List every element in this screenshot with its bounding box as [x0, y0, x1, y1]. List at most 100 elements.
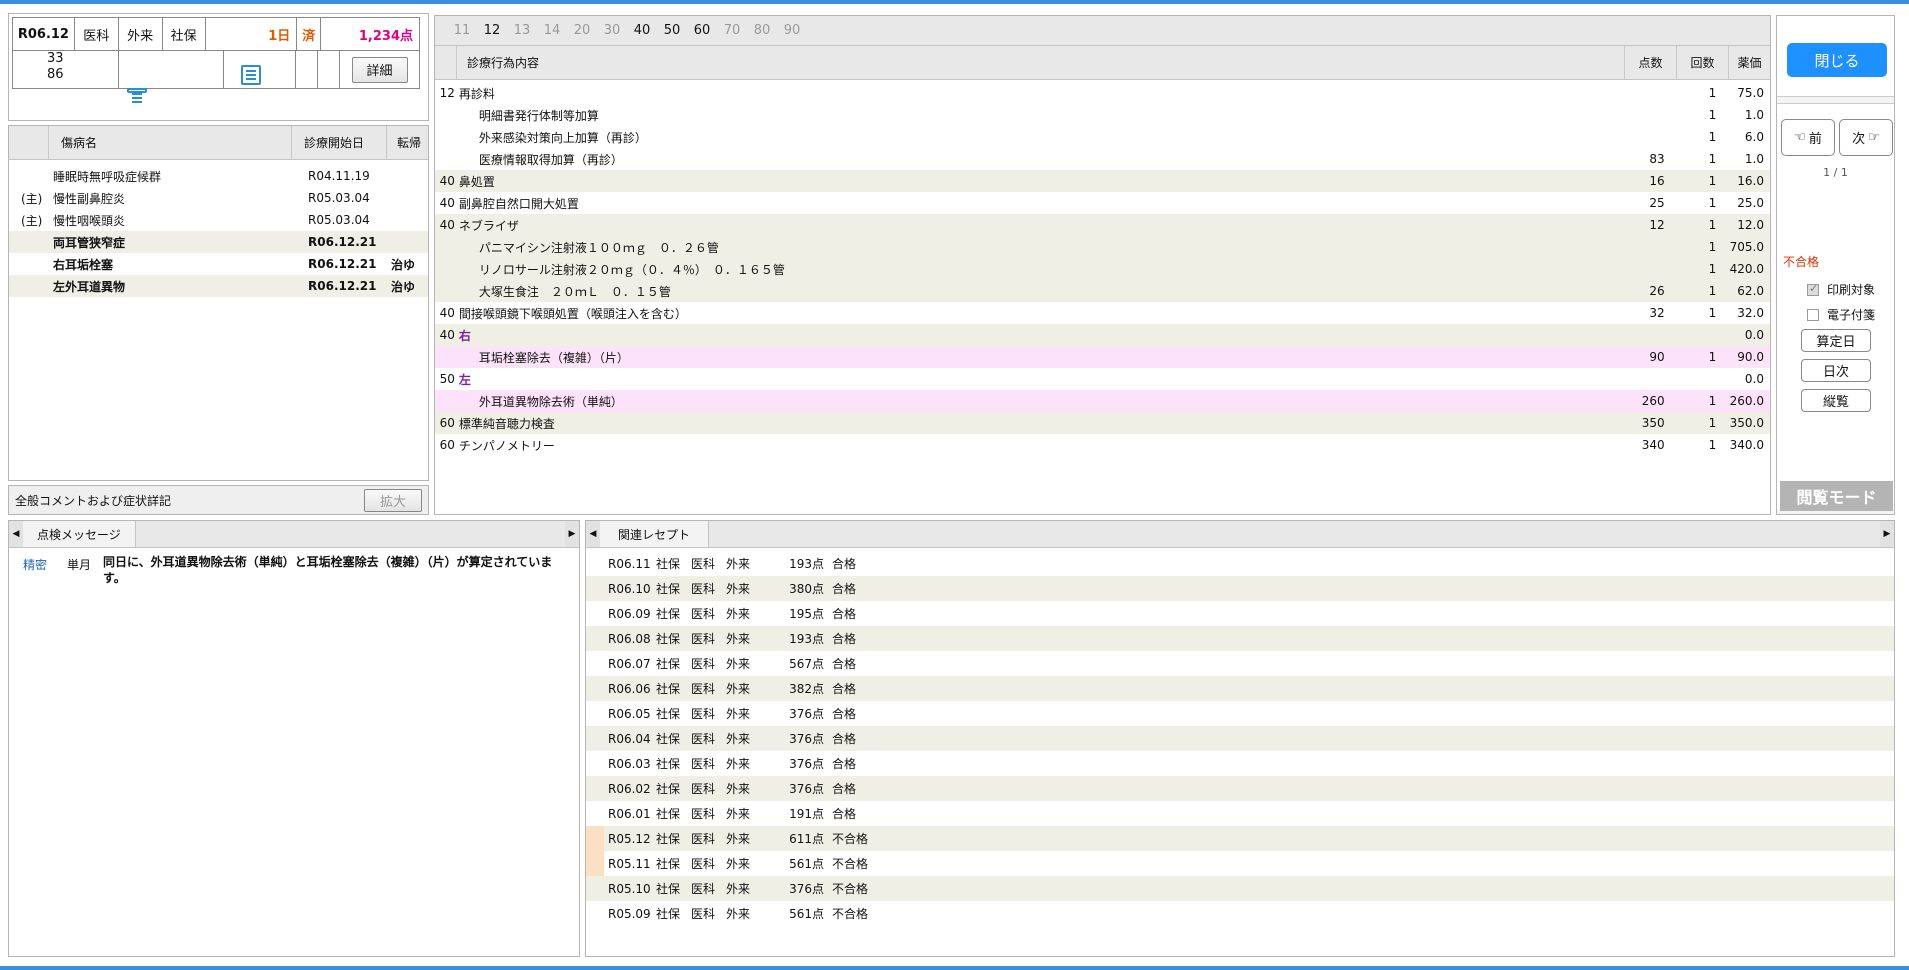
scroll-right-icon[interactable]: ▶ — [1880, 521, 1894, 547]
detail-button[interactable]: 詳細 — [351, 56, 408, 83]
points-cell: 1,234点 — [358, 28, 413, 44]
treatment-row[interactable]: 60 標準純音聴力検査 350 1 350.0 — [435, 412, 1770, 434]
treatment-row[interactable]: 12 再診料 1 75.0 — [435, 82, 1770, 104]
expand-button[interactable]: 拡大 — [364, 489, 422, 512]
document-icon[interactable] — [127, 88, 147, 95]
treatment-row[interactable]: パニマイシン注射液１００ｍｇ ０．２６管 1 705.0 — [435, 236, 1770, 258]
disease-row[interactable]: 両耳管狭窄症 R06.12.21 — [9, 231, 428, 253]
related-row[interactable]: R06.06 社保 医科 外来 382点 合格 — [586, 676, 1894, 701]
treatment-points: 350 — [1641, 416, 1665, 430]
related-row[interactable]: R06.07 社保 医科 外来 567点 合格 — [586, 651, 1894, 676]
related-row[interactable]: R05.09 社保 医科 外来 561点 不合格 — [586, 901, 1894, 926]
treatment-row[interactable]: 60 チンパノメトリー 340 1 340.0 — [435, 434, 1770, 456]
row-flag — [586, 601, 604, 626]
treatment-row[interactable]: 40 間接喉頭鏡下喉頭処置（喉頭注入を含む） 32 1 32.0 — [435, 302, 1770, 324]
treatment-code: 40 — [439, 174, 455, 188]
message-rows: 精密 単月 同日に、外耳道異物除去術（単純）と耳垢栓塞除去（複雑）（片）が算定されて… — [9, 548, 579, 586]
treatment-row[interactable]: 耳垢栓塞除去（複雑）（片） 90 1 90.0 — [435, 346, 1770, 368]
treatment-row[interactable]: 外耳道異物除去術（単純） 260 1 260.0 — [435, 390, 1770, 412]
daily-button[interactable]: 日次 — [1801, 359, 1871, 382]
message-level: 精密 — [23, 558, 48, 572]
related-row[interactable]: R06.03 社保 医科 外来 376点 合格 — [586, 751, 1894, 776]
scroll-left-icon[interactable]: ◀ — [9, 521, 23, 547]
treatment-row[interactable]: 40 右 0.0 — [435, 324, 1770, 346]
related-dept: 医科 — [691, 732, 716, 746]
treatment-row[interactable]: 明細書発行体制等加算 1 1.0 — [435, 104, 1770, 126]
tab-20[interactable]: 20 — [567, 23, 597, 38]
vertical-view-button[interactable]: 縦覧 — [1801, 389, 1871, 412]
treatment-row[interactable]: 医療情報取得加算（再診） 83 1 1.0 — [435, 148, 1770, 170]
treatment-name: 大塚生食注 ２０ｍＬ ０．１５管 — [478, 284, 671, 299]
tab-90[interactable]: 90 — [777, 23, 807, 38]
disease-name: 慢性副鼻腔炎 — [53, 191, 126, 206]
related-row[interactable]: R06.08 社保 医科 外来 193点 合格 — [586, 626, 1894, 651]
related-row[interactable]: R06.02 社保 医科 外来 376点 合格 — [586, 776, 1894, 801]
related-result: 合格 — [832, 782, 857, 796]
treatment-code: 60 — [439, 416, 455, 430]
disease-row[interactable]: 左外耳道異物 R06.12.21 治ゆ — [9, 275, 428, 297]
tab-50[interactable]: 50 — [657, 23, 687, 38]
tab-13[interactable]: 13 — [507, 23, 537, 38]
next-button[interactable]: 次 ☞ — [1839, 119, 1893, 156]
message-row[interactable]: 精密 単月 同日に、外耳道異物除去術（単純）と耳垢栓塞除去（複雑）（片）が算定されて… — [9, 548, 579, 586]
related-row[interactable]: R06.01 社保 医科 外来 191点 合格 — [586, 801, 1894, 826]
calc-date-button[interactable]: 算定日 — [1801, 329, 1871, 352]
e-attach-checkbox[interactable] — [1807, 308, 1819, 321]
treatment-row[interactable]: 40 鼻処置 16 1 16.0 — [435, 170, 1770, 192]
related-row[interactable]: R06.11 社保 医科 外来 193点 合格 — [586, 551, 1894, 576]
treatment-name: 右 — [458, 328, 471, 343]
disease-row[interactable]: (主) 慢性咽喉頭炎 R05.03.04 — [9, 209, 428, 231]
tab-70[interactable]: 70 — [717, 23, 747, 38]
disease-name: 両耳管狭窄症 — [53, 235, 126, 250]
tab-40[interactable]: 40 — [627, 23, 657, 38]
treatment-code: 40 — [439, 328, 455, 342]
disease-rows: 睡眠時無呼吸症候群 R04.11.19 (主) 慢性副鼻腔炎 R05.03.04 (主) 慢… — [9, 160, 428, 297]
related-row[interactable]: R06.04 社保 医科 外来 376点 合格 — [586, 726, 1894, 751]
view-mode-badge: 閲覧モード — [1780, 481, 1893, 511]
related-row[interactable]: R06.05 社保 医科 外来 376点 合格 — [586, 701, 1894, 726]
treatment-code: 40 — [439, 196, 455, 210]
disease-row[interactable]: (主) 慢性副鼻腔炎 R05.03.04 — [9, 187, 428, 209]
disease-table-header: 傷病名 診療開始日 転帰 — [9, 126, 428, 160]
print-target-checkbox[interactable] — [1807, 282, 1819, 296]
treatment-name: ネブライザ — [458, 218, 519, 233]
tab-related-receipts[interactable]: 関連レセプト — [600, 521, 710, 547]
related-row[interactable]: R05.12 社保 医科 外来 611点 不合格 — [586, 826, 1894, 851]
disease-row[interactable]: 右耳垢栓塞 R06.12.21 治ゆ — [9, 253, 428, 275]
scroll-left-icon[interactable]: ◀ — [586, 521, 600, 547]
related-month: R06.10 — [608, 581, 651, 596]
row-flag — [586, 801, 604, 826]
disease-name: 左外耳道異物 — [53, 279, 126, 294]
treatment-count: 1 — [1708, 262, 1717, 276]
treatment-row[interactable]: 外来感染対策向上加算（再診） 1 6.0 — [435, 126, 1770, 148]
tab-60[interactable]: 60 — [687, 23, 717, 38]
treatment-points: 25 — [1649, 196, 1665, 210]
tab-30[interactable]: 30 — [597, 23, 627, 38]
related-row[interactable]: R06.09 社保 医科 外来 195点 合格 — [586, 601, 1894, 626]
document-icon[interactable] — [241, 64, 261, 85]
prev-button[interactable]: ☜ 前 — [1781, 119, 1835, 156]
related-insurance: 社保 — [656, 857, 681, 871]
row-flag — [586, 876, 604, 901]
scroll-right-icon[interactable]: ▶ — [565, 521, 579, 547]
treatment-points: 16 — [1649, 174, 1665, 188]
related-type: 外来 — [726, 607, 751, 621]
tab-12[interactable]: 12 — [477, 23, 507, 38]
tab-14[interactable]: 14 — [537, 23, 567, 38]
tab-check-messages[interactable]: 点検メッセージ — [23, 521, 136, 547]
related-points: 376点 — [789, 732, 824, 746]
treatment-row[interactable]: リノロサール注射液２０ｍｇ（０．４％） ０．１６５管 1 420.0 — [435, 258, 1770, 280]
treatment-count: 1 — [1708, 86, 1717, 100]
tab-11[interactable]: 11 — [447, 23, 477, 38]
treatment-row[interactable]: 大塚生食注 ２０ｍＬ ０．１５管 26 1 62.0 — [435, 280, 1770, 302]
treatment-count: 1 — [1708, 350, 1717, 364]
disease-row[interactable]: 睡眠時無呼吸症候群 R04.11.19 — [9, 165, 428, 187]
treatment-row[interactable]: 40 ネブライザ 12 1 12.0 — [435, 214, 1770, 236]
related-row[interactable]: R05.10 社保 医科 外来 376点 不合格 — [586, 876, 1894, 901]
close-button[interactable]: 閉じる — [1787, 43, 1887, 77]
related-row[interactable]: R06.10 社保 医科 外来 380点 合格 — [586, 576, 1894, 601]
treatment-row[interactable]: 40 副鼻腔自然口開大処置 25 1 25.0 — [435, 192, 1770, 214]
treatment-row[interactable]: 50 左 0.0 — [435, 368, 1770, 390]
related-row[interactable]: R05.11 社保 医科 外来 561点 不合格 — [586, 851, 1894, 876]
tab-80[interactable]: 80 — [747, 23, 777, 38]
